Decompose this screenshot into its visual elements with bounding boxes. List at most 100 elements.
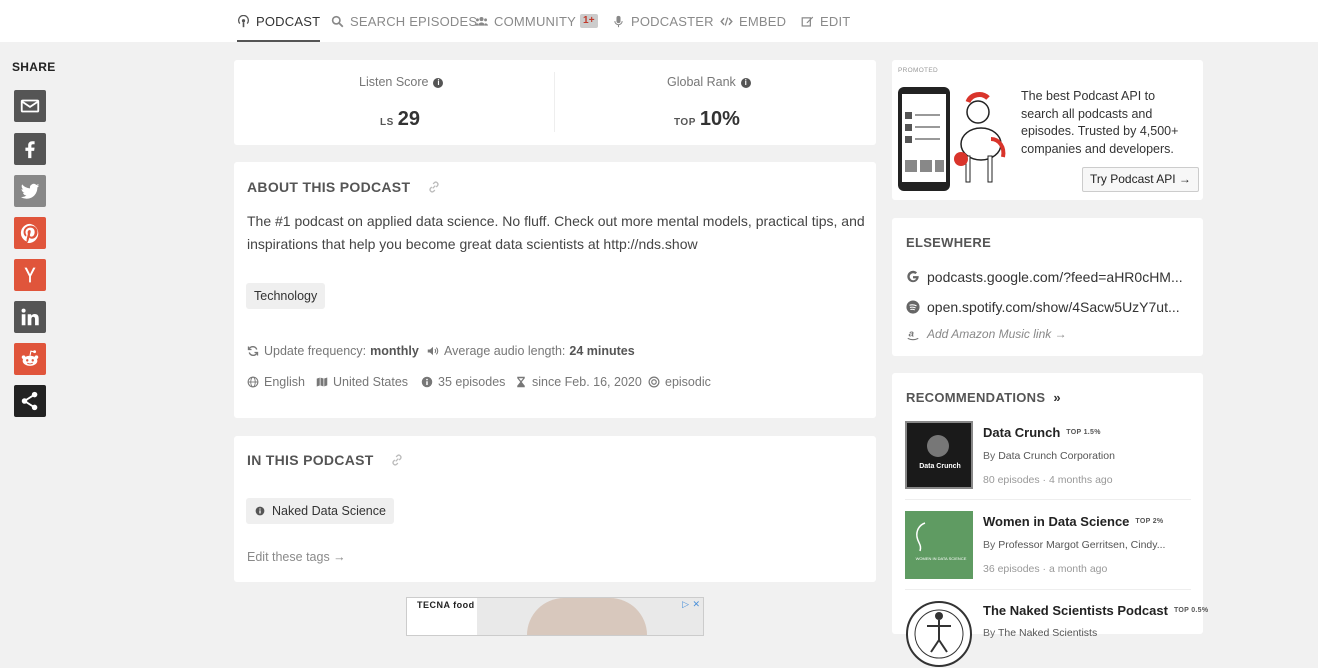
info-icon[interactable]: i (433, 78, 444, 88)
hourglass-icon (517, 376, 525, 388)
refresh-icon (247, 346, 259, 356)
share-twitter-button[interactable] (14, 175, 46, 207)
rec-title[interactable]: Data Crunch TOP 1.5% (983, 425, 1101, 440)
promoted-label: PROMOTED (898, 67, 938, 74)
linkedin-icon (21, 308, 39, 326)
ad-choices-icon[interactable]: ▷ (682, 599, 689, 610)
rec-author: By Data Crunch Corporation (983, 450, 1115, 462)
tab-podcast[interactable]: PODCAST (237, 0, 321, 42)
ad-close-icon[interactable]: ✕ (692, 599, 700, 610)
facebook-icon (25, 141, 35, 159)
rec-thumb-text: WOMEN IN DATA SCIENCE (915, 556, 967, 561)
tab-podcaster-label: PODCASTER (631, 13, 714, 29)
rec-thumb-art (916, 522, 926, 552)
share-title: SHARE (12, 60, 56, 74)
rec-thumbnail[interactable]: Data Crunch (905, 421, 973, 489)
rec-thumbnail[interactable]: WOMEN IN DATA SCIENCE (905, 511, 973, 579)
search-icon (331, 15, 344, 27)
tab-podcast-label: PODCAST (256, 13, 321, 29)
tab-search-episodes[interactable]: SEARCH EPISODES (331, 0, 477, 42)
community-badge: 1+ (579, 14, 598, 28)
users-icon (475, 16, 488, 26)
ad-banner[interactable]: TECNA food ▷ ✕ (406, 597, 704, 636)
amazon-icon: a (907, 329, 919, 341)
target-icon (648, 376, 660, 388)
spotify-icon (906, 300, 920, 314)
person-tag[interactable]: Naked Data Science (246, 498, 394, 524)
audio-length: Average audio length: 24 minutes (427, 344, 635, 358)
edit-icon (801, 16, 814, 27)
tab-embed[interactable]: EMBED (720, 0, 786, 42)
rec-thumbnail[interactable] (905, 600, 973, 668)
rec-thumb-art (906, 601, 972, 667)
email-icon (20, 99, 40, 113)
twitter-icon (20, 183, 40, 199)
link-icon[interactable] (427, 180, 441, 194)
rec-thumb-circle (927, 435, 949, 457)
info-circle-icon (255, 506, 265, 516)
rec-meta: 80 episodes · 4 months ago (983, 474, 1113, 486)
tab-search-episodes-label: SEARCH EPISODES (350, 13, 478, 29)
info-circle-icon (421, 376, 433, 388)
try-podcast-api-button[interactable]: Try Podcast API → (1082, 167, 1199, 192)
podcast-type: episodic (648, 375, 711, 389)
language: English (247, 375, 305, 389)
hacker-news-icon (24, 267, 36, 283)
share-hacker-news-button[interactable] (14, 259, 46, 291)
share-generic-button[interactable] (14, 385, 46, 417)
rec-author: By Professor Margot Gerritsen, Cindy... (983, 539, 1166, 551)
recommendations-card (892, 373, 1203, 634)
spotify-link[interactable]: open.spotify.com/show/4Sacw5UzY7ut... (906, 299, 1180, 315)
tab-edit[interactable]: EDIT (801, 0, 850, 42)
score-card (234, 60, 876, 145)
tab-podcaster[interactable]: PODCASTER (612, 0, 714, 42)
link-icon[interactable] (390, 453, 404, 467)
reddit-icon (21, 350, 39, 366)
volume-icon (427, 346, 439, 356)
rec-title[interactable]: Women in Data Science TOP 2% (983, 514, 1163, 529)
rec-divider (905, 499, 1191, 500)
since-date: since Feb. 16, 2020 (515, 375, 642, 389)
update-frequency: Update frequency: monthly (247, 344, 419, 358)
info-icon[interactable]: i (740, 78, 751, 88)
tab-community-label: COMMUNITY (494, 13, 576, 29)
share-linkedin-button[interactable] (14, 301, 46, 333)
code-icon (720, 16, 733, 26)
global-rank-label: Global Rank i (667, 75, 751, 89)
person-tag-label: Naked Data Science (272, 504, 386, 518)
tab-edit-label: EDIT (820, 13, 851, 29)
global-rank-value: TOP 10% (674, 108, 740, 130)
share-icon (21, 391, 38, 411)
in-this-podcast-title: IN THIS PODCAST (247, 452, 404, 468)
google-podcasts-link[interactable]: podcasts.google.com/?feed=aHR0cHM... (906, 269, 1183, 285)
rec-author: By The Naked Scientists (983, 627, 1098, 639)
share-facebook-button[interactable] (14, 133, 46, 165)
episode-count: 35 episodes (421, 375, 505, 389)
svg-text:a: a (909, 329, 915, 340)
tab-community[interactable]: COMMUNITY 1+ (475, 0, 598, 42)
rec-thumb-text: Data Crunch (919, 463, 961, 470)
podcast-description: The #1 podcast on applied data science. … (247, 213, 865, 252)
score-divider (554, 72, 555, 132)
tab-embed-label: EMBED (739, 13, 787, 29)
rec-title[interactable]: The Naked Scientists Podcast TOP 0.5% (983, 603, 1208, 618)
country: United States (316, 375, 408, 389)
edit-tags-link[interactable]: Edit these tags → (247, 550, 346, 564)
google-icon (907, 270, 919, 283)
microphone-icon (614, 15, 623, 27)
promo-illustration (898, 87, 1006, 191)
globe-icon (247, 376, 259, 388)
share-reddit-button[interactable] (14, 343, 46, 375)
ad-logo: TECNA food (407, 598, 477, 635)
promo-text: The best Podcast API to search all podca… (1021, 89, 1179, 156)
category-tag[interactable]: Technology (246, 283, 326, 309)
double-chevron-right-icon[interactable]: » (1053, 390, 1061, 405)
listen-score-value: LS 29 (380, 108, 421, 130)
add-amazon-link[interactable]: a Add Amazon Music link → (906, 327, 1067, 341)
share-pinterest-button[interactable] (14, 217, 46, 249)
about-title: ABOUT THIS PODCAST (247, 179, 441, 195)
podcast-icon (237, 14, 250, 27)
share-email-button[interactable] (14, 90, 46, 122)
map-icon (316, 377, 328, 387)
recommendations-title: RECOMMENDATIONS» (906, 390, 1061, 405)
